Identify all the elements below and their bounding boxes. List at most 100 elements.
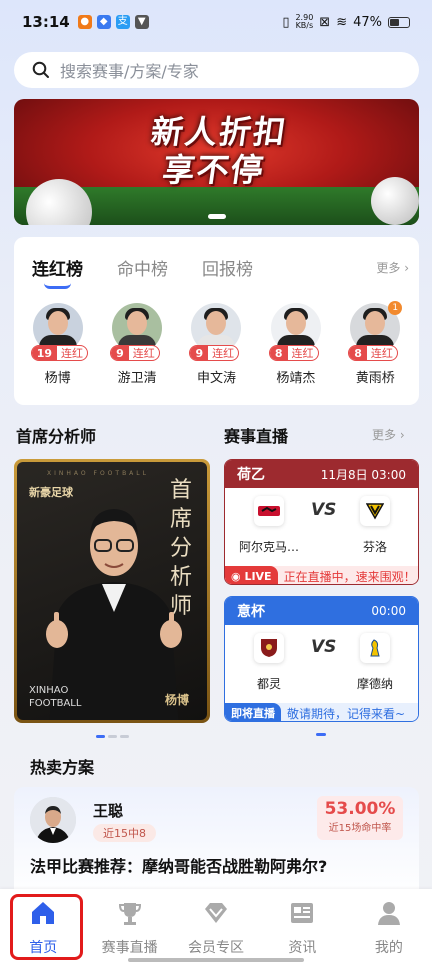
expert-item[interactable]: 8 连红 杨靖杰: [261, 303, 331, 386]
match-header: 荷乙 11月8日 03:00: [225, 460, 418, 488]
live-badge: ◉ LIVE: [225, 566, 278, 584]
gesture-bar: [128, 958, 304, 962]
expert-item[interactable]: 19 连红 杨博: [23, 303, 93, 386]
notification-badge: 1: [388, 301, 403, 315]
nav-vip[interactable]: 会员专区: [173, 889, 259, 964]
live-more-link[interactable]: 更多 ›: [372, 426, 405, 443]
expert-name: 黄雨桥: [355, 371, 395, 386]
streak-badge: 9 连红: [110, 345, 160, 361]
avatar: [30, 797, 76, 843]
away-team: 芬洛: [335, 496, 415, 555]
nav-live[interactable]: 赛事直播: [86, 889, 172, 964]
ranking-card: 连红榜 命中榜 回报榜 更多 › 19 连红 杨博 9 连红 游卫清 9 连红 申文涛…: [14, 237, 419, 405]
expert-item[interactable]: 1 8 连红 黄雨桥: [340, 301, 410, 386]
vs-label: VS: [311, 500, 337, 520]
league-name: 荷乙: [237, 467, 265, 483]
notification-icon: ▼: [134, 15, 149, 29]
match-card[interactable]: 意杯 00:00 都灵 VS 摩德纳 即将直播 敬请期待，记得来看~: [224, 596, 419, 722]
hot-record-badge: 近15中8: [93, 824, 156, 842]
nav-label: 赛事直播: [101, 940, 158, 956]
expert-item[interactable]: 9 连红 游卫清: [102, 303, 172, 386]
net-speed: 2.90 KB/s: [295, 13, 314, 30]
hit-rate-value: 53.00%: [324, 799, 396, 819]
trophy-icon: [118, 903, 141, 925]
status-time: 13:14: [22, 13, 70, 31]
vs-label: VS: [311, 637, 337, 657]
nav-label: 资讯: [288, 940, 317, 956]
nav-label: 会员专区: [188, 940, 245, 956]
poster-footer: XINHAO FOOTBALL: [29, 685, 82, 709]
live-section-title: 赛事直播: [224, 427, 289, 446]
live-status-bar: ◉ LIVE 正在直播中，速来围观！: [225, 566, 418, 584]
home-team: 都灵: [229, 633, 309, 692]
match-time: 00:00: [371, 604, 406, 618]
hot-expert-name: 王聪: [93, 802, 124, 820]
match-indicator: [316, 733, 326, 736]
app-notification-icon: ◆: [96, 15, 111, 29]
news-icon: [291, 903, 314, 923]
team-logo-icon: [254, 496, 284, 526]
hot-plans-title: 热卖方案: [30, 758, 95, 777]
upcoming-badge: 即将直播: [225, 703, 281, 721]
streak-badge: 8 连红: [268, 345, 319, 361]
upcoming-note: 敬请期待，记得来看~: [287, 706, 406, 721]
plan-headline: 法甲比赛推荐：摩纳哥能否战胜勒阿弗尔?: [30, 857, 328, 876]
expert-list: 19 连红 杨博 9 连红 游卫清 9 连红 申文涛 8 连红 杨靖杰 1 8 连红 黄雨…: [14, 301, 419, 386]
battery-text: 47%: [353, 14, 382, 30]
nav-label: 我的: [374, 940, 403, 956]
wifi-icon: ≋: [336, 14, 348, 30]
vibrate-icon: ▯: [282, 14, 290, 30]
poster-en-top: XINHAO FOOTBALL: [47, 470, 149, 477]
streak-badge: 19 连红: [30, 345, 88, 361]
expert-name: 杨博: [44, 371, 71, 386]
team-logo-icon: [360, 633, 390, 663]
tab-streak[interactable]: 连红榜: [32, 255, 83, 289]
match-card[interactable]: 荷乙 11月8日 03:00 阿尔克马… VS 芬洛 ◉ LIVE 正在直播中，…: [224, 459, 419, 585]
search-icon: [32, 61, 49, 78]
expert-name: 游卫清: [117, 371, 157, 386]
away-team: 摩德纳: [335, 633, 415, 692]
app-notification-icon: ●: [77, 15, 92, 29]
chief-analyst-title: 首席分析师: [16, 427, 97, 446]
nav-profile[interactable]: 我的: [346, 889, 432, 964]
chief-analyst-poster[interactable]: XINHAO FOOTBALL 新豪足球 首席分析师 XINHAO FOOTBA…: [14, 459, 210, 723]
tab-hit[interactable]: 命中榜: [117, 255, 168, 280]
expert-name: 申文涛: [196, 371, 236, 386]
match-header: 意杯 00:00: [225, 597, 418, 625]
team-name: 阿尔克马…: [238, 540, 299, 554]
poster-signature: 杨博: [164, 693, 189, 707]
hit-rate-label: 近15场命中率: [328, 823, 392, 834]
nav-news[interactable]: 资讯: [259, 889, 345, 964]
search-bar[interactable]: 搜索赛事/方案/专家: [14, 52, 419, 88]
team-logo-icon: [360, 496, 390, 526]
streak-badge: 9 连红: [189, 345, 240, 361]
expert-item[interactable]: 9 连红 申文涛: [181, 303, 251, 386]
alipay-icon: 支: [115, 15, 130, 29]
streak-badge: 8 连红: [348, 345, 398, 361]
ranking-more-link[interactable]: 更多 ›: [376, 259, 409, 276]
banner-indicator: [207, 214, 226, 219]
battery-icon: [388, 16, 410, 28]
tab-return[interactable]: 回报榜: [202, 255, 253, 280]
poster-indicator: [96, 735, 129, 738]
team-logo-icon: [254, 633, 284, 663]
hot-plan-card[interactable]: 王聪 近15中8 53.00% 近15场命中率 法甲比赛推荐：摩纳哥能否战胜勒阿…: [14, 787, 419, 897]
team-name: 摩德纳: [356, 677, 393, 691]
status-bar: 13:14 ● ◆ 支 ▼ ▯ 2.90 KB/s ⊠ ≋ 47%: [0, 0, 432, 44]
search-placeholder: 搜索赛事/方案/专家: [60, 62, 199, 81]
banner-title: 新人折扣 享不停: [148, 113, 290, 189]
profile-icon: [377, 902, 400, 925]
highlight-box: [10, 894, 83, 960]
sim-icon: ⊠: [319, 14, 331, 30]
hit-rate-box: 53.00% 近15场命中率: [317, 796, 403, 840]
league-name: 意杯: [237, 604, 265, 620]
team-name: 都灵: [256, 677, 281, 691]
ranking-tabs: 连红榜 命中榜 回报榜: [32, 255, 253, 289]
live-status-bar: 即将直播 敬请期待，记得来看~: [225, 703, 418, 721]
team-name: 芬洛: [362, 540, 387, 554]
diamond-icon: [205, 903, 228, 923]
home-team: 阿尔克马…: [229, 496, 309, 555]
expert-name: 杨靖杰: [276, 371, 316, 386]
promo-banner[interactable]: 新人折扣 享不停: [14, 99, 419, 225]
live-note: 正在直播中，速来围观！: [283, 569, 416, 584]
